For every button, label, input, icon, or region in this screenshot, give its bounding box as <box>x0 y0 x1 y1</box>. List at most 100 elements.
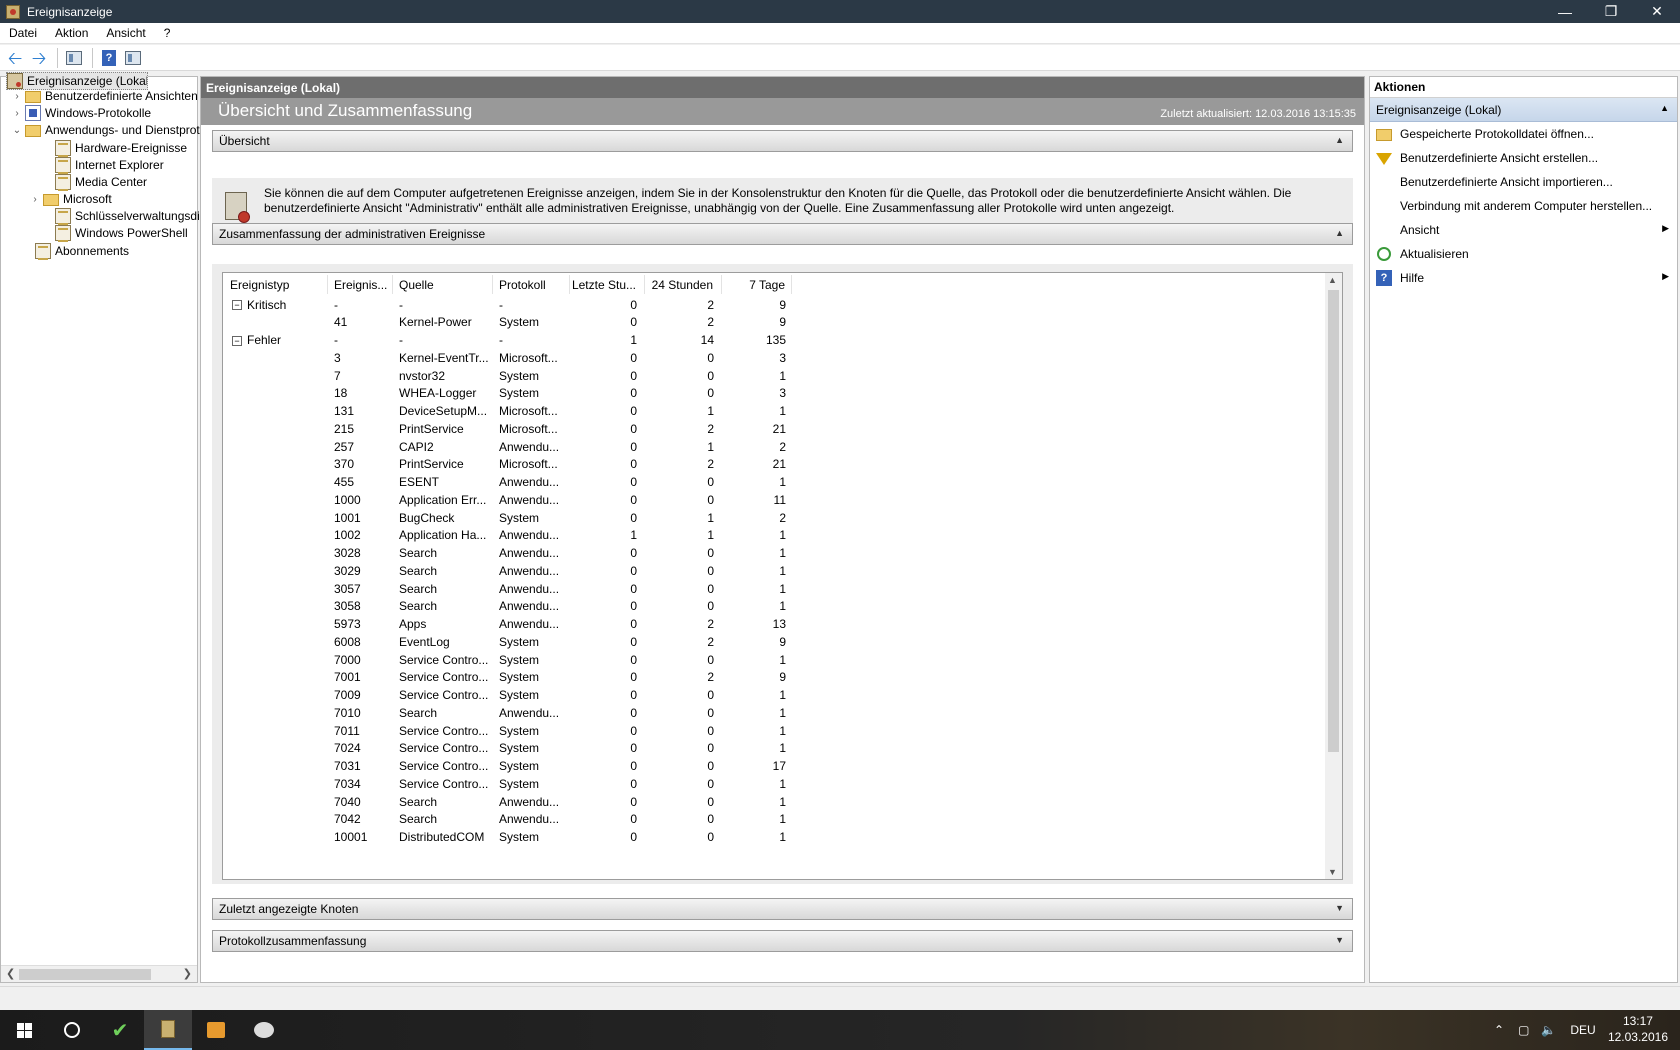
actions-group-header[interactable]: Ereignisanzeige (Lokal) ▲ <box>1370 98 1677 122</box>
table-row[interactable]: 5973 Apps Anwendu... 0 2 13 <box>223 615 792 634</box>
column-header-24-hours[interactable]: 24 Stunden <box>645 275 722 294</box>
table-vertical-scrollbar[interactable]: ▲ ▼ <box>1325 273 1342 879</box>
column-header-7-days[interactable]: 7 Tage <box>722 275 792 294</box>
collapse-group-icon[interactable]: − <box>232 335 242 346</box>
forward-button[interactable]: 🡢 <box>28 47 50 69</box>
table-row[interactable]: 6008 EventLog System 0 2 9 <box>223 632 792 651</box>
menu-datei[interactable]: Datei <box>0 26 46 40</box>
column-header-log[interactable]: Protokoll <box>493 275 570 294</box>
action-item[interactable]: Aktualisieren <box>1370 242 1677 266</box>
volume-icon[interactable]: 🔈 <box>1541 1023 1556 1037</box>
back-button[interactable]: 🡠 <box>4 47 26 69</box>
tree-item[interactable]: › Microsoft <box>29 190 112 208</box>
table-row[interactable]: 131 DeviceSetupM... Microsoft... 0 1 1 <box>223 402 792 421</box>
table-row[interactable]: 3058 Search Anwendu... 0 0 1 <box>223 597 792 616</box>
table-row[interactable]: 1000 Application Err... Anwendu... 0 0 11 <box>223 490 792 509</box>
expand-icon[interactable]: ▼ <box>1335 903 1344 913</box>
table-row[interactable]: 455 ESENT Anwendu... 0 0 1 <box>223 473 792 492</box>
scrollbar-thumb[interactable] <box>1328 290 1339 752</box>
table-group-row[interactable]: − Fehler - - -1 14 135 <box>223 331 792 350</box>
tree-expander-icon[interactable]: › <box>29 194 41 205</box>
tree-item[interactable]: Hardware-Ereignisse <box>41 139 187 157</box>
tree-item[interactable]: Abonnements <box>21 242 129 260</box>
table-row[interactable]: 3057 Search Anwendu... 0 0 1 <box>223 579 792 598</box>
menu-aktion[interactable]: Aktion <box>46 26 97 40</box>
action-item[interactable]: ? Hilfe ▶ <box>1370 266 1677 290</box>
table-row[interactable]: 7024 Service Contro... System 0 0 1 <box>223 739 792 758</box>
tree-expander-icon[interactable]: › <box>11 108 23 119</box>
taskbar-clock[interactable]: 13:17 12.03.2016 <box>1608 1013 1668 1045</box>
table-row[interactable]: 7 nvstor32 System 0 0 1 <box>223 366 792 385</box>
show-hide-console-tree-button[interactable] <box>63 47 85 69</box>
show-hidden-icons-icon[interactable]: ⌃ <box>1494 1023 1504 1037</box>
table-row[interactable]: 1001 BugCheck System 0 1 2 <box>223 508 792 527</box>
table-row[interactable]: 10001 DistributedCOM System 0 0 1 <box>223 828 792 847</box>
table-row[interactable]: 7034 Service Contro... System 0 0 1 <box>223 774 792 793</box>
menu-help[interactable]: ? <box>155 26 180 40</box>
collapse-icon[interactable]: ▲ <box>1660 103 1669 113</box>
show-hide-action-pane-button[interactable] <box>122 47 144 69</box>
table-row[interactable]: 3028 Search Anwendu... 0 0 1 <box>223 544 792 563</box>
cortana-button[interactable] <box>48 1010 96 1050</box>
menu-ansicht[interactable]: Ansicht <box>97 26 154 40</box>
input-language-indicator[interactable]: DEU <box>1570 1023 1595 1037</box>
table-row[interactable]: 7000 Service Contro... System 0 0 1 <box>223 650 792 669</box>
scroll-left-icon[interactable]: ❮ <box>6 967 15 980</box>
column-header-last-hour[interactable]: Letzte Stu... <box>570 275 645 294</box>
scroll-up-icon[interactable]: ▲ <box>1328 275 1337 285</box>
taskbar-app-4[interactable] <box>240 1010 288 1050</box>
table-row[interactable]: 7001 Service Contro... System 0 2 9 <box>223 668 792 687</box>
table-row[interactable]: 7011 Service Contro... System 0 0 1 <box>223 721 792 740</box>
table-row[interactable]: 7010 Search Anwendu... 0 0 1 <box>223 703 792 722</box>
tree-item[interactable]: › Benutzerdefinierte Ansichten <box>11 87 198 105</box>
recent-nodes-section-header[interactable]: Zuletzt angezeigte Knoten ▼ <box>212 898 1353 920</box>
tree-item[interactable]: › Windows-Protokolle <box>11 104 151 122</box>
action-item[interactable]: Ansicht ▶ <box>1370 218 1677 242</box>
summary-section-header[interactable]: Zusammenfassung der administrativen Erei… <box>212 223 1353 245</box>
tree-item[interactable]: Windows PowerShell <box>41 224 188 242</box>
table-row[interactable]: 41 Kernel-Power System 0 2 9 <box>223 313 792 332</box>
tree-item[interactable]: ⌄ Anwendungs- und Dienstprotokolle <box>11 121 231 139</box>
taskbar-app-event-viewer[interactable] <box>144 1010 192 1050</box>
table-row[interactable]: 3 Kernel-EventTr... Microsoft... 0 0 3 <box>223 348 792 367</box>
tree-expander-icon[interactable]: ⌄ <box>11 125 23 136</box>
action-item[interactable]: Benutzerdefinierte Ansicht erstellen... <box>1370 146 1677 170</box>
table-row[interactable]: 7031 Service Contro... System 0 0 17 <box>223 757 792 776</box>
scrollbar-thumb[interactable] <box>19 969 151 980</box>
help-toolbar-button[interactable]: ? <box>98 47 120 69</box>
table-row[interactable]: 257 CAPI2 Anwendu... 0 1 2 <box>223 437 792 456</box>
table-row[interactable]: 7009 Service Contro... System 0 0 1 <box>223 686 792 705</box>
taskbar-app-3[interactable] <box>192 1010 240 1050</box>
column-header-source[interactable]: Quelle <box>393 275 493 294</box>
scroll-down-icon[interactable]: ▼ <box>1328 867 1337 877</box>
table-row[interactable]: 215 PrintService Microsoft... 0 2 21 <box>223 419 792 438</box>
table-row[interactable]: 7040 Search Anwendu... 0 0 1 <box>223 792 792 811</box>
table-row[interactable]: 18 WHEA-Logger System 0 0 3 <box>223 384 792 403</box>
network-icon[interactable]: ▢ <box>1518 1023 1529 1037</box>
column-header-event-id[interactable]: Ereignis... <box>328 275 393 294</box>
action-item[interactable]: Benutzerdefinierte Ansicht importieren..… <box>1370 170 1677 194</box>
close-button[interactable]: ✕ <box>1634 0 1680 23</box>
table-row[interactable]: 3029 Search Anwendu... 0 0 1 <box>223 561 792 580</box>
taskbar-app-1[interactable]: ✔ <box>96 1010 144 1050</box>
collapse-icon[interactable]: ▲ <box>1335 135 1344 145</box>
column-header-event-type[interactable]: Ereignistyp <box>223 275 328 294</box>
action-item[interactable]: Gespeicherte Protokolldatei öffnen... <box>1370 122 1677 146</box>
tree-item[interactable]: Internet Explorer <box>41 156 164 174</box>
scroll-right-icon[interactable]: ❯ <box>183 967 192 980</box>
restore-button[interactable]: ❐ <box>1588 0 1634 23</box>
table-group-row[interactable]: − Kritisch - - -0 2 9 <box>223 295 792 314</box>
collapse-group-icon[interactable]: − <box>232 300 242 311</box>
action-item[interactable]: Verbindung mit anderem Computer herstell… <box>1370 194 1677 218</box>
tree-horizontal-scrollbar[interactable]: ❮ ❯ <box>1 965 197 982</box>
tree-item[interactable]: Media Center <box>41 173 147 191</box>
tree-item[interactable]: Schlüsselverwaltungsdienst <box>41 207 222 225</box>
minimize-button[interactable]: — <box>1542 0 1588 23</box>
table-row[interactable]: 1002 Application Ha... Anwendu... 1 1 1 <box>223 526 792 545</box>
collapse-icon[interactable]: ▲ <box>1335 228 1344 238</box>
tree-expander-icon[interactable]: › <box>11 91 23 102</box>
table-row[interactable]: 7042 Search Anwendu... 0 0 1 <box>223 810 792 829</box>
start-button[interactable] <box>0 1010 48 1050</box>
overview-section-header[interactable]: Übersicht ▲ <box>212 130 1353 152</box>
table-row[interactable]: 370 PrintService Microsoft... 0 2 21 <box>223 455 792 474</box>
